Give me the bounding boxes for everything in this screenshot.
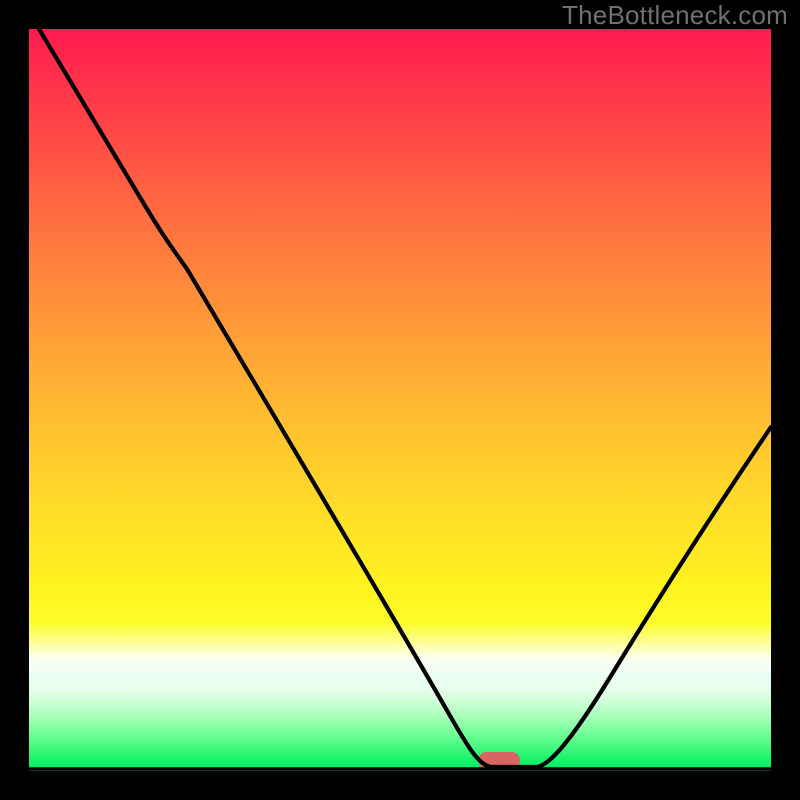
plot-area [29,29,771,771]
curve-path [39,29,771,767]
watermark-text: TheBottleneck.com [562,0,788,31]
bottleneck-curve [29,29,771,771]
chart-frame: TheBottleneck.com [0,0,800,800]
